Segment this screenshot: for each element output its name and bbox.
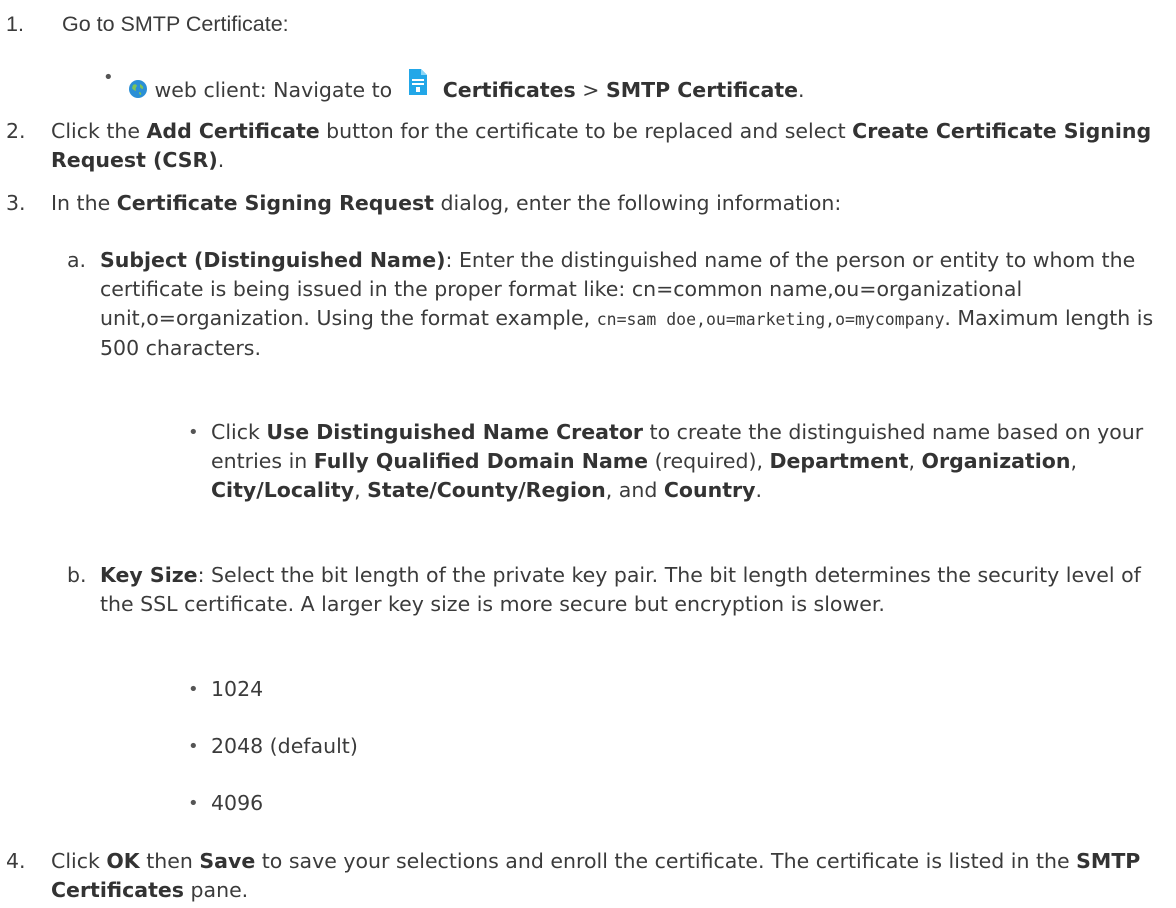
step-text: Go to SMTP Certificate: — [62, 12, 289, 36]
substep-b: b. Key Size: Select the bit length of th… — [67, 561, 1170, 619]
key-size-option: • 2048 (default) — [188, 732, 358, 761]
substep-text: Subject (Distinguished Name): Enter the … — [100, 248, 1154, 360]
nav-text: web client: Navigate to Certificates > S… — [128, 67, 1170, 107]
substep-a-bullet: • Click Use Distinguished Name Creator t… — [188, 418, 1170, 505]
step-3: 3. In the Certificate Signing Request di… — [0, 189, 1170, 218]
key-size-option: • 4096 — [188, 789, 263, 818]
option-text: 2048 (default) — [211, 734, 358, 758]
step-text: In the Certificate Signing Request dialo… — [51, 191, 842, 215]
step-1: 1. Go to SMTP Certificate: — [0, 10, 1170, 39]
dn-example-code: cn=sam doe,ou=marketing,o=mycompany — [596, 310, 945, 329]
certificate-icon — [407, 67, 429, 105]
nav-bullet: • web client: Navigate to Certificates >… — [103, 67, 1170, 107]
bullet-dot: • — [188, 422, 199, 443]
nav-separator: > — [575, 78, 606, 102]
substep-label: b. — [67, 563, 87, 587]
step-2: 2. Click the Add Certificate button for … — [0, 117, 1170, 175]
substep-text: Key Size: Select the bit length of the p… — [100, 563, 1141, 616]
key-size-term: Key Size — [100, 563, 198, 587]
globe-icon — [128, 78, 148, 107]
step-number: 1. — [6, 12, 24, 36]
substep-label: a. — [67, 248, 87, 272]
bullet-dot: • — [188, 679, 199, 700]
bullet-dot: • — [103, 67, 114, 88]
step-number: 4. — [6, 849, 26, 873]
key-size-option: • 1024 — [188, 675, 263, 704]
nav-smtp-certificate-link[interactable]: SMTP Certificate — [606, 78, 798, 102]
ok-term: OK — [106, 849, 140, 873]
bullet-dot: • — [188, 736, 199, 757]
nav-client-label: web client: Navigate to — [154, 78, 393, 102]
option-text: 1024 — [211, 677, 264, 701]
step-text: Click the Add Certificate button for the… — [51, 119, 1152, 172]
nav-certificates-link[interactable]: Certificates — [443, 78, 576, 102]
step-number: 2. — [6, 119, 26, 143]
dn-creator-term: Use Distinguished Name Creator — [266, 420, 644, 444]
bullet-text: Click Use Distinguished Name Creator to … — [211, 420, 1144, 502]
bullet-dot: • — [188, 793, 199, 814]
add-certificate-term: Add Certificate — [146, 119, 320, 143]
csr-dialog-term: Certificate Signing Request — [116, 191, 434, 215]
nav-end: . — [798, 78, 805, 102]
step-4: 4. Click OK then Save to save your selec… — [0, 847, 1170, 905]
step-text: Click OK then Save to save your selectio… — [51, 849, 1141, 902]
subject-term: Subject (Distinguished Name) — [100, 248, 446, 272]
option-text: 4096 — [211, 791, 264, 815]
save-term: Save — [199, 849, 256, 873]
substep-a: a. Subject (Distinguished Name): Enter t… — [67, 246, 1170, 363]
step-number: 3. — [6, 191, 26, 215]
procedure-document: 1. Go to SMTP Certificate: • web client:… — [0, 0, 1176, 908]
